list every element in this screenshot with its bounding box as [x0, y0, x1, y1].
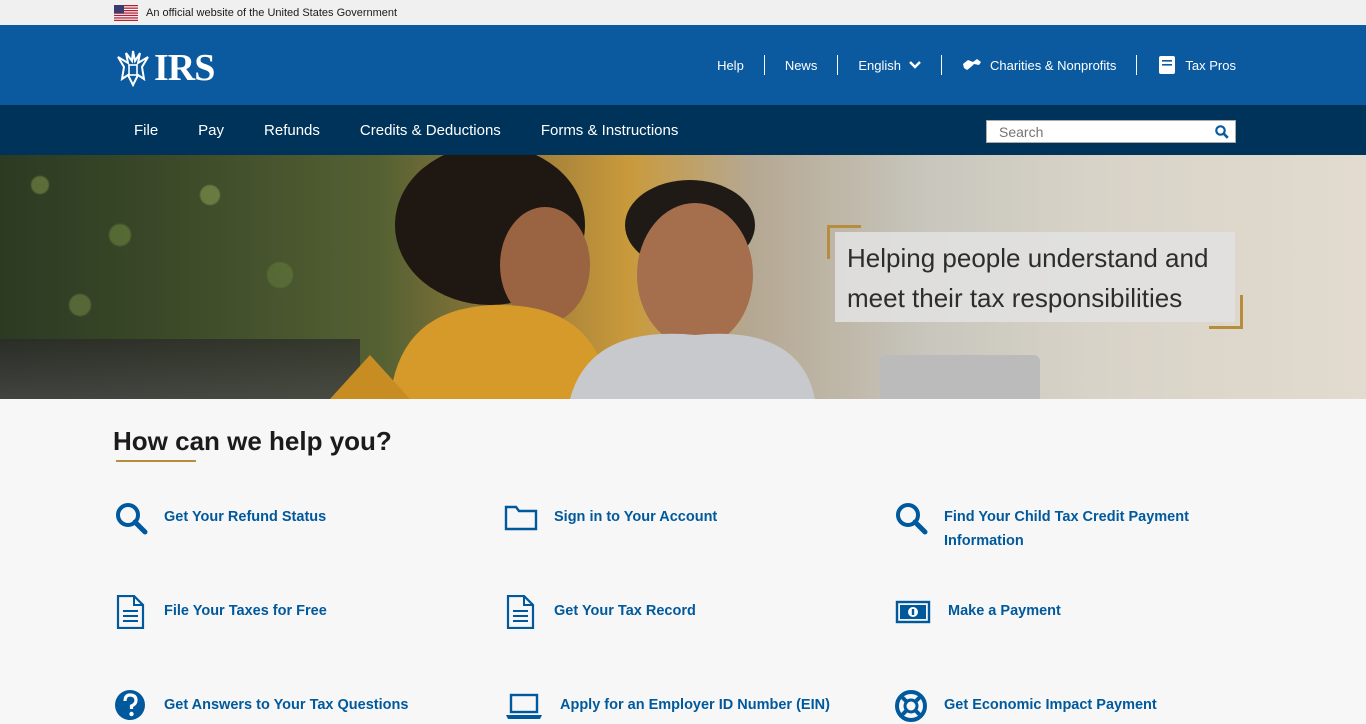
- folder-icon: [504, 505, 538, 531]
- task-economic-impact[interactable]: Get Economic Impact Payment: [894, 689, 1157, 723]
- nav-refunds[interactable]: Refunds: [244, 122, 340, 139]
- hero-callout: Helping people understand and meet their…: [835, 232, 1235, 322]
- task-apply-ein[interactable]: Apply for an Employer ID Number (EIN): [504, 689, 830, 723]
- help-section-title: How can we help you?: [113, 426, 392, 456]
- task-file-free[interactable]: File Your Taxes for Free: [114, 595, 327, 629]
- hero-bench: [0, 339, 360, 399]
- main-nav-items: File Pay Refunds Credits & Deductions Fo…: [114, 105, 698, 155]
- hero-line-1: Helping people understand and: [847, 243, 1209, 273]
- task-label: Apply for an Employer ID Number (EIN): [560, 697, 830, 713]
- callout-corner-bottom: [1209, 295, 1243, 329]
- task-label: File Your Taxes for Free: [164, 603, 327, 619]
- util-news-link[interactable]: News: [765, 55, 838, 75]
- irs-logo[interactable]: IRS: [114, 47, 215, 89]
- hero-banner: Helping people understand and meet their…: [0, 155, 1366, 399]
- task-label: Get Your Tax Record: [554, 603, 696, 619]
- nav-pay[interactable]: Pay: [178, 122, 244, 139]
- nav-file[interactable]: File: [114, 122, 178, 139]
- search-icon: [896, 503, 928, 535]
- gov-banner-text: An official website of the United States…: [146, 6, 398, 19]
- document-icon: [116, 595, 145, 629]
- task-sign-in[interactable]: Sign in to Your Account: [504, 501, 717, 535]
- us-flag-icon: [114, 4, 138, 21]
- search-input[interactable]: [987, 123, 1209, 140]
- util-help-label: Help: [717, 57, 744, 73]
- util-charities-label: Charities & Nonprofits: [989, 57, 1117, 73]
- eagle-icon: [117, 50, 149, 87]
- task-refund-status[interactable]: Get Your Refund Status: [114, 501, 326, 535]
- util-help-link[interactable]: Help: [697, 55, 764, 75]
- site-header: IRS Help News English Charities & Nonpro…: [0, 25, 1366, 105]
- utility-nav: Help News English Charities & Nonprofits: [697, 25, 1236, 105]
- language-dropdown[interactable]: English: [838, 55, 941, 75]
- gov-banner: An official website of the United States…: [0, 0, 1366, 25]
- task-label: Get Your Refund Status: [164, 509, 327, 525]
- util-news-label: News: [784, 57, 818, 73]
- main-nav: File Pay Refunds Credits & Deductions Fo…: [0, 105, 1366, 155]
- title-underline: [116, 460, 196, 462]
- language-label: English: [858, 57, 901, 73]
- task-label-line-1: Find Your Child Tax Credit Payment: [944, 509, 1189, 525]
- util-charities-link[interactable]: Charities & Nonprofits: [942, 55, 1136, 75]
- task-make-payment[interactable]: Make a Payment: [894, 595, 1061, 629]
- search-icon: [116, 503, 148, 535]
- task-label: Get Economic Impact Payment: [944, 697, 1157, 713]
- money-icon: [895, 600, 931, 624]
- util-taxpros-label: Tax Pros: [1185, 57, 1236, 73]
- document-icon: [506, 595, 535, 629]
- hero-laptop: [880, 355, 1040, 399]
- book-icon: [1159, 56, 1176, 74]
- hero-line-2: meet their tax responsibilities: [847, 283, 1183, 313]
- nav-forms-instructions[interactable]: Forms & Instructions: [521, 122, 699, 139]
- task-child-tax-credit[interactable]: Find Your Child Tax Credit Payment Infor…: [894, 501, 1189, 553]
- chevron-down-icon: [909, 61, 921, 69]
- task-tax-questions[interactable]: Get Answers to Your Tax Questions: [114, 689, 408, 723]
- search-bar: [986, 120, 1236, 143]
- task-label: Find Your Child Tax Credit Payment Infor…: [944, 505, 1189, 553]
- task-label-line-2: Information: [944, 533, 1024, 549]
- handshake-icon: [962, 59, 981, 71]
- util-taxpros-link[interactable]: Tax Pros: [1137, 55, 1236, 75]
- task-tax-record[interactable]: Get Your Tax Record: [504, 595, 696, 629]
- task-label: Make a Payment: [948, 603, 1061, 619]
- hero-person-man: [570, 180, 815, 399]
- laptop-icon: [506, 693, 542, 719]
- logo-text: IRS: [154, 47, 215, 89]
- nav-credits-deductions[interactable]: Credits & Deductions: [340, 122, 521, 139]
- lifebuoy-icon: [895, 690, 927, 722]
- task-label: Sign in to Your Account: [554, 509, 718, 525]
- question-icon: [115, 690, 145, 720]
- task-label: Get Answers to Your Tax Questions: [164, 697, 409, 713]
- search-icon: [1215, 124, 1229, 139]
- search-button[interactable]: [1209, 121, 1235, 142]
